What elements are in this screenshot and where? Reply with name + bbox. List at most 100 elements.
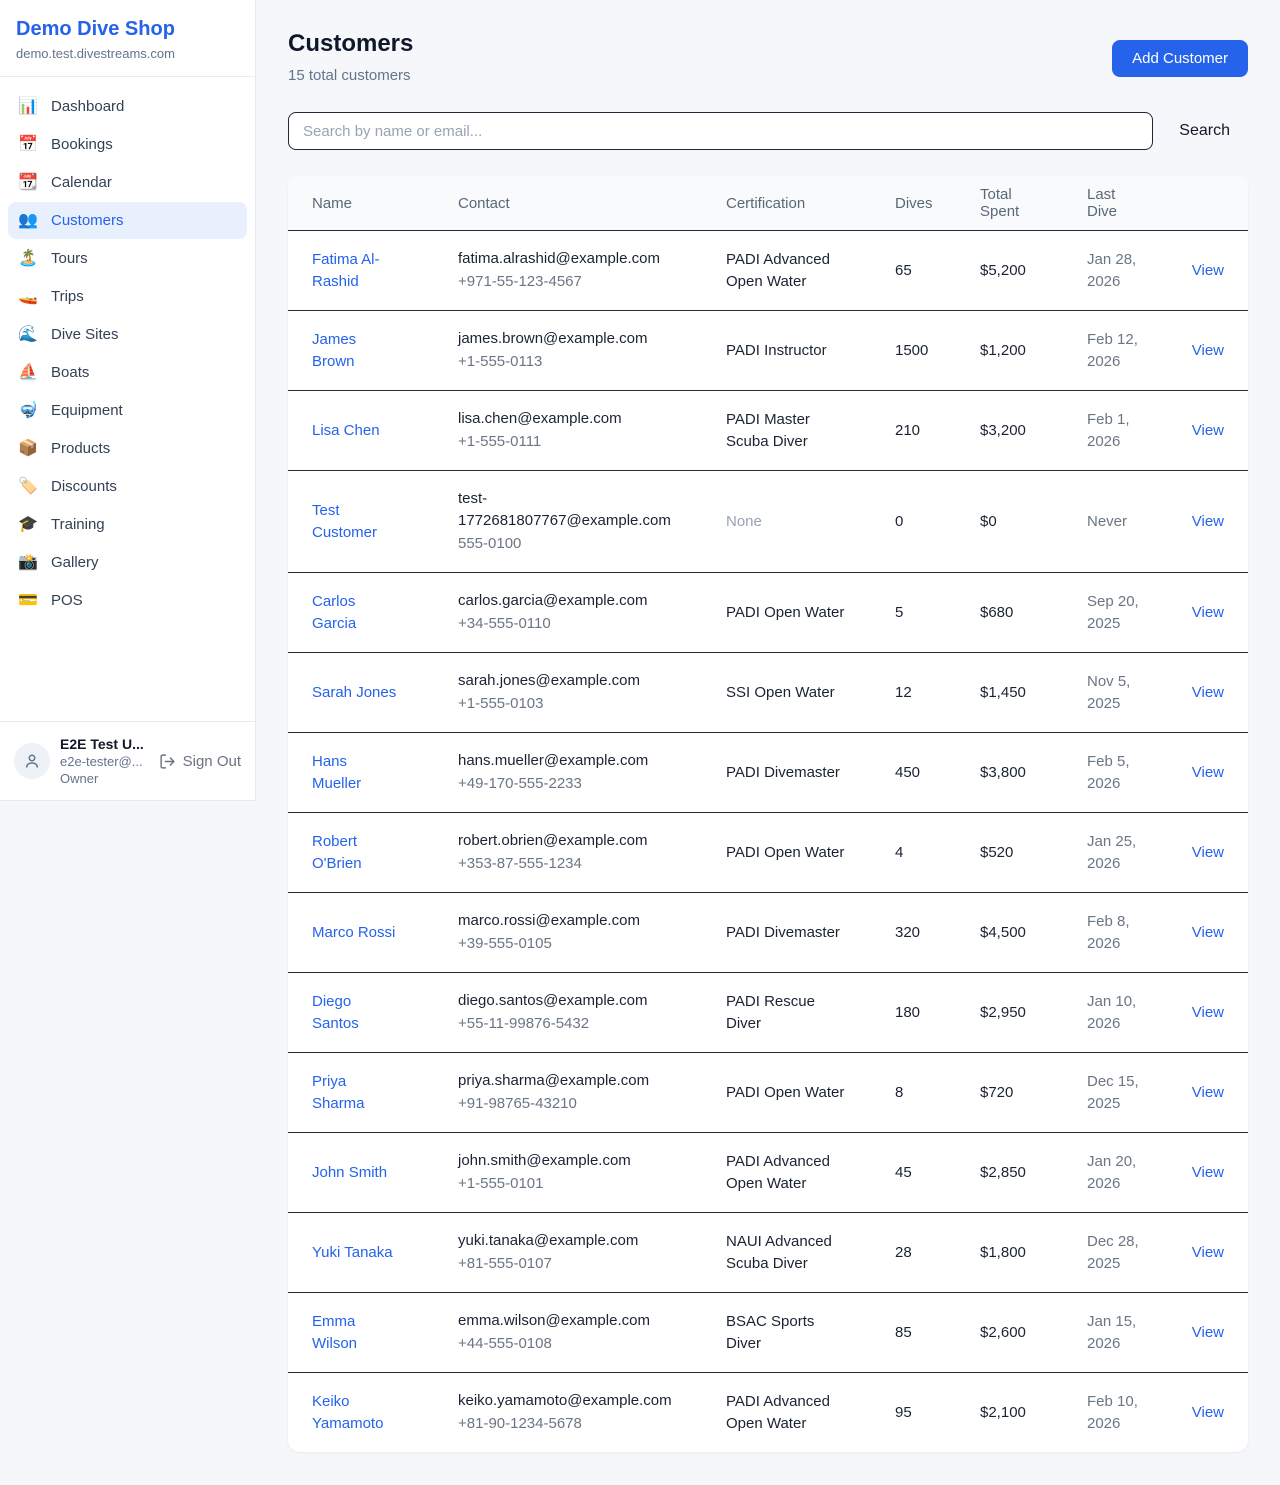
sidebar-item-boats[interactable]: ⛵ Boats — [8, 354, 247, 391]
cell-last-dive: Jan 15, 2026 — [1087, 1311, 1187, 1355]
customer-email: hans.mueller@example.com — [458, 750, 680, 772]
cell-total-spent: $0 — [980, 511, 1087, 533]
cell-action: View — [1187, 682, 1224, 704]
add-customer-button[interactable]: Add Customer — [1112, 40, 1248, 77]
user-role: Owner — [60, 771, 149, 786]
cell-last-dive: Feb 8, 2026 — [1087, 911, 1187, 955]
view-link[interactable]: View — [1192, 924, 1224, 941]
view-link[interactable]: View — [1192, 513, 1224, 530]
customer-name-link[interactable]: Carlos Garcia — [312, 591, 399, 635]
cell-action: View — [1187, 511, 1224, 533]
sign-out-label: Sign Out — [183, 753, 241, 770]
table-body: Fatima Al-Rashid fatima.alrashid@example… — [288, 231, 1248, 1452]
cell-action: View — [1187, 842, 1224, 864]
sign-out-button[interactable]: Sign Out — [159, 753, 241, 770]
cell-name: Lisa Chen — [312, 420, 458, 442]
customer-name-link[interactable]: Diego Santos — [312, 991, 399, 1035]
cell-contact: john.smith@example.com +1-555-0101 — [458, 1150, 726, 1195]
customer-name-link[interactable]: Yuki Tanaka — [312, 1242, 393, 1264]
cell-last-dive: Feb 1, 2026 — [1087, 409, 1187, 453]
tag-icon: 🏷️ — [18, 479, 38, 495]
sidebar-item-discounts[interactable]: 🏷️ Discounts — [8, 468, 247, 505]
cell-certification: PADI Open Water — [726, 1082, 895, 1104]
column-header-last-dive: Last Dive — [1087, 186, 1187, 220]
customer-name-link[interactable]: Robert O'Brien — [312, 831, 399, 875]
cell-last-dive: Dec 15, 2025 — [1087, 1071, 1187, 1115]
cell-action: View — [1187, 420, 1224, 442]
view-link[interactable]: View — [1192, 1004, 1224, 1021]
view-link[interactable]: View — [1192, 844, 1224, 861]
sidebar-item-pos[interactable]: 💳 POS — [8, 582, 247, 619]
sidebar-item-trips[interactable]: 🚤 Trips — [8, 278, 247, 315]
sidebar-item-training[interactable]: 🎓 Training — [8, 506, 247, 543]
view-link[interactable]: View — [1192, 342, 1224, 359]
customer-phone: +44-555-0108 — [458, 1333, 726, 1355]
cell-contact: carlos.garcia@example.com +34-555-0110 — [458, 590, 726, 635]
cell-contact: fatima.alrashid@example.com +971-55-123-… — [458, 248, 726, 293]
customer-phone: +91-98765-43210 — [458, 1093, 726, 1115]
sidebar: Demo Dive Shop demo.test.divestreams.com… — [0, 0, 256, 801]
customer-name-link[interactable]: Priya Sharma — [312, 1071, 399, 1115]
view-link[interactable]: View — [1192, 604, 1224, 621]
cell-certification: PADI Divemaster — [726, 922, 895, 944]
customer-name-link[interactable]: Fatima Al-Rashid — [312, 249, 399, 293]
cell-last-dive: Jan 10, 2026 — [1087, 991, 1187, 1035]
customer-name-link[interactable]: Keiko Yamamoto — [312, 1391, 399, 1435]
view-link[interactable]: View — [1192, 1244, 1224, 1261]
table-row: Test Customer test-1772681807767@example… — [288, 471, 1248, 573]
view-link[interactable]: View — [1192, 764, 1224, 781]
cell-contact: diego.santos@example.com +55-11-99876-54… — [458, 990, 726, 1035]
cell-certification: None — [726, 511, 895, 533]
search-button[interactable]: Search — [1179, 122, 1230, 140]
table-row: Hans Mueller hans.mueller@example.com +4… — [288, 733, 1248, 813]
sidebar-item-dive-sites[interactable]: 🌊 Dive Sites — [8, 316, 247, 353]
view-link[interactable]: View — [1192, 422, 1224, 439]
cell-contact: emma.wilson@example.com +44-555-0108 — [458, 1310, 726, 1355]
cell-action: View — [1187, 762, 1224, 784]
cell-contact: test-1772681807767@example.com 555-0100 — [458, 488, 726, 555]
customer-email: lisa.chen@example.com — [458, 408, 680, 430]
cell-name: Robert O'Brien — [312, 831, 458, 875]
column-header-name: Name — [312, 195, 458, 212]
cell-name: Keiko Yamamoto — [312, 1391, 458, 1435]
view-link[interactable]: View — [1192, 1084, 1224, 1101]
sidebar-item-customers[interactable]: 👥 Customers — [8, 202, 247, 239]
view-link[interactable]: View — [1192, 1324, 1224, 1341]
customer-name-link[interactable]: Emma Wilson — [312, 1311, 399, 1355]
customer-email: carlos.garcia@example.com — [458, 590, 680, 612]
table-row: Marco Rossi marco.rossi@example.com +39-… — [288, 893, 1248, 973]
customer-name-link[interactable]: James Brown — [312, 329, 399, 373]
sidebar-item-tours[interactable]: 🏝️ Tours — [8, 240, 247, 277]
sidebar-item-equipment[interactable]: 🤿 Equipment — [8, 392, 247, 429]
view-link[interactable]: View — [1192, 262, 1224, 279]
sidebar-item-dashboard[interactable]: 📊 Dashboard — [8, 88, 247, 125]
user-section: E2E Test U... e2e-tester@... Owner Sign … — [0, 721, 255, 800]
table-row: Robert O'Brien robert.obrien@example.com… — [288, 813, 1248, 893]
page-header-text: Customers 15 total customers — [288, 30, 413, 84]
cell-contact: robert.obrien@example.com +353-87-555-12… — [458, 830, 726, 875]
column-header-certification: Certification — [726, 195, 895, 212]
view-link[interactable]: View — [1192, 1164, 1224, 1181]
customer-email: test-1772681807767@example.com — [458, 488, 680, 532]
customer-name-link[interactable]: John Smith — [312, 1162, 387, 1184]
table-row: James Brown james.brown@example.com +1-5… — [288, 311, 1248, 391]
sidebar-item-products[interactable]: 📦 Products — [8, 430, 247, 467]
view-link[interactable]: View — [1192, 684, 1224, 701]
customer-name-link[interactable]: Marco Rossi — [312, 922, 395, 944]
customer-name-link[interactable]: Sarah Jones — [312, 682, 396, 704]
sidebar-item-gallery[interactable]: 📸 Gallery — [8, 544, 247, 581]
customer-name-link[interactable]: Test Customer — [312, 500, 399, 544]
cell-action: View — [1187, 1402, 1224, 1424]
customer-name-link[interactable]: Lisa Chen — [312, 420, 380, 442]
table-row: Yuki Tanaka yuki.tanaka@example.com +81-… — [288, 1213, 1248, 1293]
sidebar-item-bookings[interactable]: 📅 Bookings — [8, 126, 247, 163]
cell-last-dive: Dec 28, 2025 — [1087, 1231, 1187, 1275]
customer-name-link[interactable]: Hans Mueller — [312, 751, 399, 795]
cell-contact: keiko.yamamoto@example.com +81-90-1234-5… — [458, 1390, 726, 1435]
view-link[interactable]: View — [1192, 1404, 1224, 1421]
cell-last-dive: Feb 5, 2026 — [1087, 751, 1187, 795]
user-info: E2E Test U... e2e-tester@... Owner — [60, 736, 149, 786]
sidebar-item-calendar[interactable]: 📆 Calendar — [8, 164, 247, 201]
cell-contact: hans.mueller@example.com +49-170-555-223… — [458, 750, 726, 795]
search-input[interactable] — [288, 112, 1153, 150]
